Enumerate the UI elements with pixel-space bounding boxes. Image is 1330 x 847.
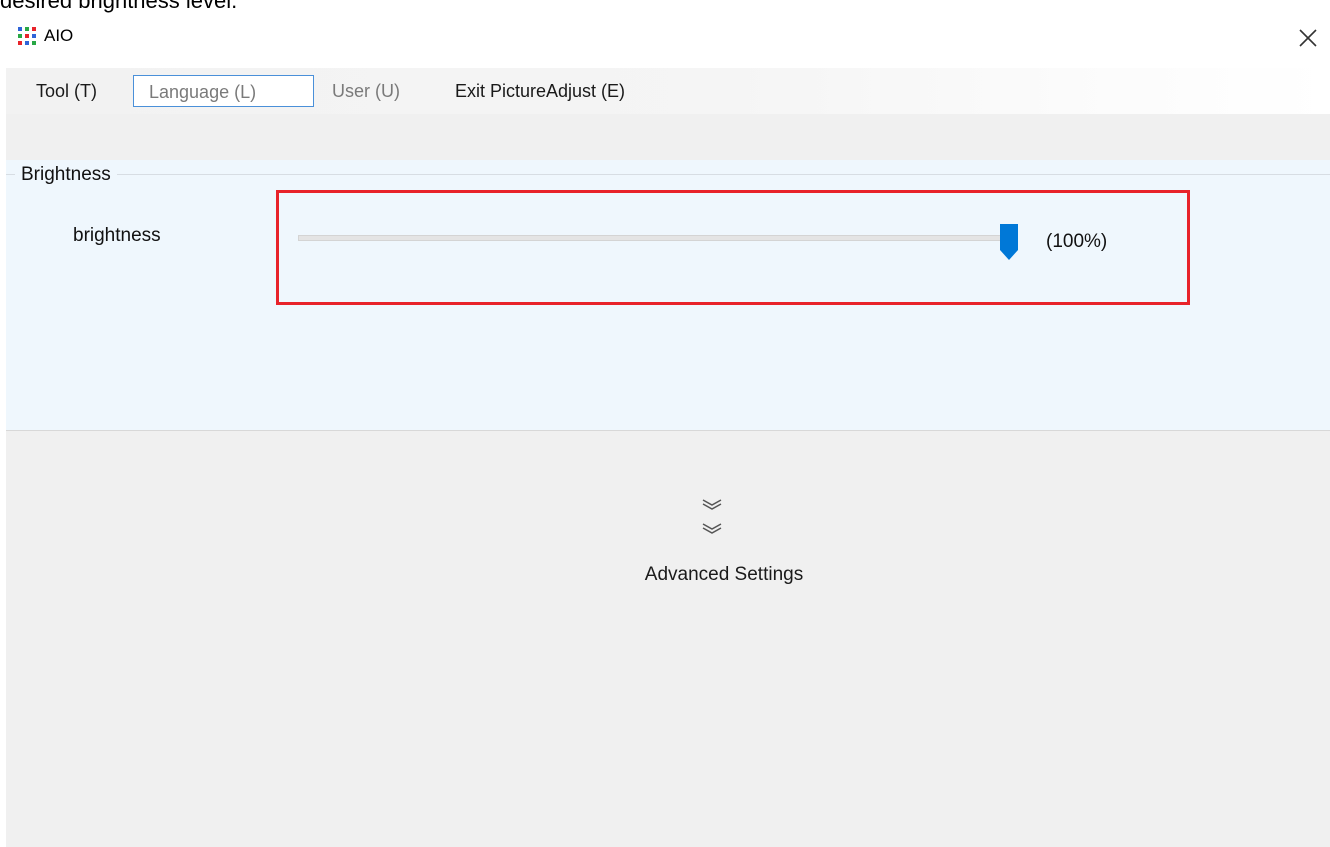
menu-item-user[interactable]: User (U): [332, 75, 400, 107]
advanced-settings-toggle[interactable]: Advanced Settings: [616, 491, 816, 591]
brightness-group: Brightness brightness (100%): [6, 160, 1330, 430]
brightness-slider-label: brightness: [73, 225, 161, 246]
close-button[interactable]: [1292, 22, 1324, 54]
brightness-slider-thumb[interactable]: [999, 223, 1019, 261]
double-chevron-down-icon: [702, 499, 722, 510]
group-border: [6, 174, 1330, 175]
menu-item-tool[interactable]: Tool (T): [36, 75, 97, 107]
menu-item-exit-picture-adjust[interactable]: Exit PictureAdjust (E): [455, 75, 625, 107]
app-grid-icon: [18, 27, 36, 45]
brightness-slider-track[interactable]: [298, 235, 1008, 241]
title-bar: AIO: [6, 16, 1330, 68]
advanced-area: Advanced Settings: [6, 431, 1330, 847]
toolbar-spacer: [6, 114, 1330, 160]
menu-item-language[interactable]: Language (L): [133, 75, 314, 107]
brightness-value: (100%): [1046, 231, 1108, 252]
menu-bar: Tool (T) Language (L) User (U) Exit Pict…: [6, 68, 1330, 114]
advanced-settings-label: Advanced Settings: [644, 564, 804, 585]
window-title: AIO: [44, 26, 74, 45]
close-icon: [1299, 29, 1317, 47]
brightness-group-title: Brightness: [15, 163, 117, 187]
instruction-caption: desired brightness level.: [0, 0, 238, 13]
double-chevron-down-icon: [702, 523, 722, 534]
